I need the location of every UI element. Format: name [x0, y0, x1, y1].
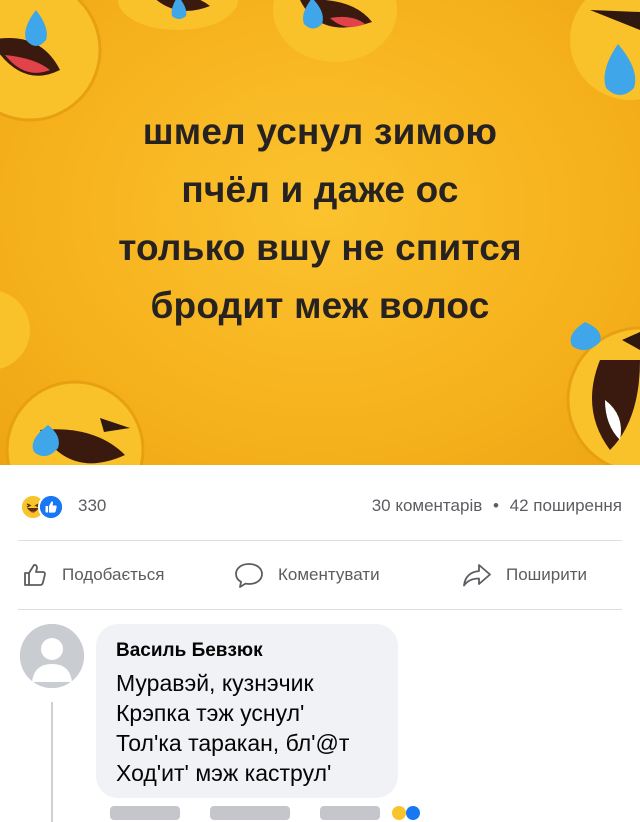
- post-action-bar: Подобається Коментувати Поширити: [0, 541, 640, 609]
- post-image[interactable]: шмел уснул зимою пчёл и даже ос только в…: [0, 0, 640, 465]
- share-button-label: Поширити: [506, 565, 588, 584]
- comment-bubble[interactable]: Василь Бевзюк Муравэй, кузнэчик Крэпка т…: [96, 624, 398, 798]
- comment-text-line: Ход'ит' мэж каструл': [116, 760, 332, 786]
- like-reaction-icon: [406, 806, 420, 820]
- comment-text-line: Крэпка тэж уснул': [116, 700, 305, 726]
- meme-line: шмел уснул зимою: [142, 111, 498, 152]
- shares-count[interactable]: 42 поширення: [510, 496, 622, 516]
- meme-line: пчёл и даже ос: [181, 169, 459, 210]
- share-arrow-icon: [463, 564, 491, 587]
- laughing-emoji-icon: [0, 0, 102, 122]
- comments-shares-summary: 30 коментарів • 42 поширення: [372, 496, 622, 516]
- stats-separator: •: [492, 496, 499, 515]
- meme-line: бродит меж волос: [150, 285, 490, 326]
- comment-meta-placeholder: [320, 806, 380, 820]
- like-button[interactable]: Подобається: [22, 561, 165, 589]
- comment-button[interactable]: Коментувати: [234, 561, 380, 589]
- comment-thread: Василь Бевзюк Муравэй, кузнэчик Крэпка т…: [0, 610, 640, 822]
- haha-reaction-icon: [392, 806, 406, 820]
- reactions-count[interactable]: 330: [78, 496, 106, 516]
- comment-author[interactable]: Василь Бевзюк: [116, 638, 398, 664]
- comment-button-label: Коментувати: [278, 565, 380, 584]
- comments-count[interactable]: 30 коментарів: [372, 496, 483, 516]
- comment-meta-row-cropped: [110, 800, 440, 820]
- comment-text-line: Муравэй, кузнэчик: [116, 670, 314, 696]
- post-stats: 330 30 коментарів • 42 поширення: [0, 465, 640, 540]
- speech-bubble-icon: [235, 563, 263, 588]
- share-button[interactable]: Поширити: [462, 561, 587, 589]
- avatar[interactable]: [20, 624, 84, 688]
- like-reaction-icon: [38, 494, 64, 520]
- like-button-label: Подобається: [62, 565, 165, 584]
- thumbs-up-icon: [24, 564, 46, 586]
- laughing-emoji-icon: [5, 380, 145, 465]
- default-avatar-icon: [20, 624, 84, 688]
- meme-caption: шмел уснул зимою пчёл и даже ос только в…: [0, 103, 640, 335]
- comment-meta-placeholder: [210, 806, 290, 820]
- meme-line: только вшу не спится: [118, 227, 522, 268]
- laughing-emoji-icon: [273, 0, 397, 62]
- comment-meta-placeholder: [110, 806, 180, 820]
- reply-thread-line: [51, 702, 53, 822]
- comment-text-line: Тол'ка таракан, бл'@т: [116, 730, 350, 756]
